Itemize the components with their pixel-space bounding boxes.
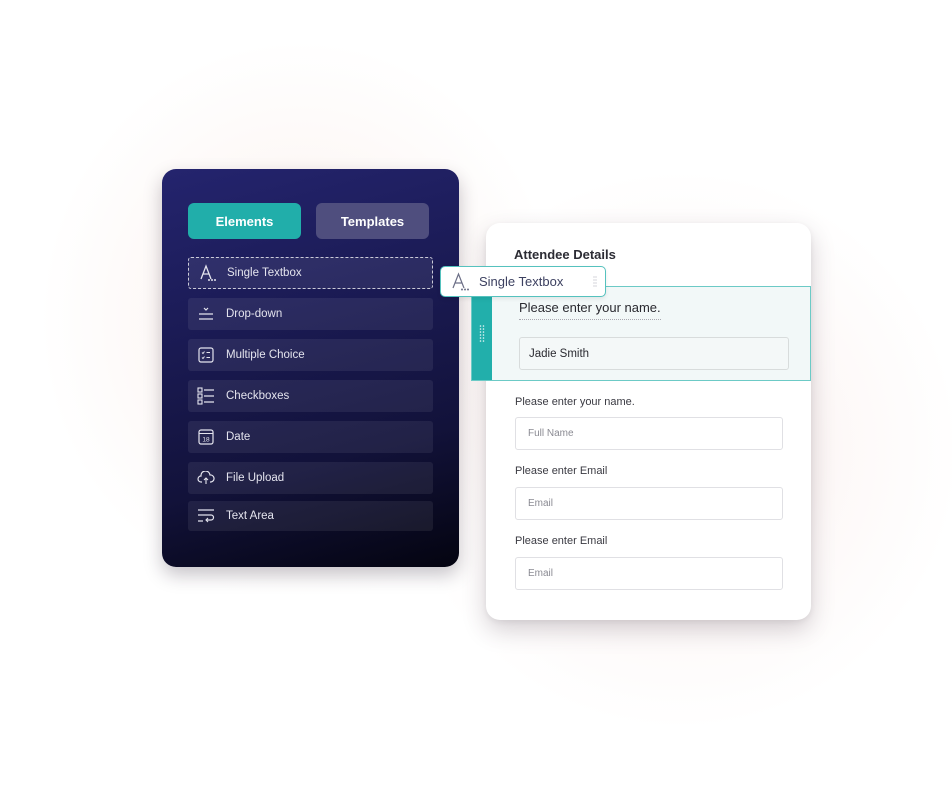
field-label-email-2: Please enter Email <box>515 535 608 547</box>
svg-text:18: 18 <box>202 437 210 444</box>
dragged-element-label: Single Textbox <box>479 274 564 289</box>
checkbox-list-icon <box>188 387 224 405</box>
name-input-filled[interactable]: Jadie Smith <box>519 337 789 370</box>
element-item-label: Date <box>226 431 251 443</box>
email-input[interactable]: Email <box>515 487 783 520</box>
tab-elements[interactable]: Elements <box>188 203 301 239</box>
calendar-icon: 18 <box>188 429 224 445</box>
element-item-label: Drop-down <box>226 308 283 320</box>
element-item-single-textbox[interactable]: Single Textbox <box>188 257 433 289</box>
field-label-email: Please enter Email <box>515 465 608 477</box>
element-item-label: Single Textbox <box>227 267 302 279</box>
grip-dots-icon <box>479 324 485 342</box>
tab-templates[interactable]: Templates <box>316 203 429 239</box>
element-item-checkboxes[interactable]: Checkboxes <box>188 380 433 412</box>
field-label-name: Please enter your name. <box>515 396 635 408</box>
multiple-choice-icon <box>188 347 224 363</box>
element-item-drop-down[interactable]: Drop-down <box>188 298 433 330</box>
text-icon <box>189 264 225 282</box>
element-item-label: File Upload <box>226 472 285 484</box>
drag-handle[interactable] <box>472 287 492 380</box>
dragged-element-chip[interactable]: Single Textbox <box>440 266 606 297</box>
element-item-file-upload[interactable]: File Upload <box>188 462 433 494</box>
elements-panel: Elements Templates Single Textbox Drop-d… <box>162 169 459 567</box>
dropdown-icon <box>188 306 224 322</box>
selected-field-block[interactable]: Please enter your name. Jadie Smith <box>471 286 811 381</box>
grip-dots-icon <box>593 276 597 287</box>
full-name-input[interactable]: Full Name <box>515 417 783 450</box>
selected-field-label[interactable]: Please enter your name. <box>519 300 661 320</box>
text-icon <box>441 271 479 292</box>
email-input-2[interactable]: Email <box>515 557 783 590</box>
element-item-label: Checkboxes <box>226 390 290 402</box>
element-item-text-area[interactable]: Text Area <box>188 501 433 531</box>
text-wrap-icon <box>188 508 224 524</box>
element-item-label: Text Area <box>226 510 274 522</box>
form-title: Attendee Details <box>514 247 616 262</box>
element-item-multiple-choice[interactable]: Multiple Choice <box>188 339 433 371</box>
cloud-upload-icon <box>188 471 224 485</box>
element-item-label: Multiple Choice <box>226 349 305 361</box>
element-item-date[interactable]: 18 Date <box>188 421 433 453</box>
